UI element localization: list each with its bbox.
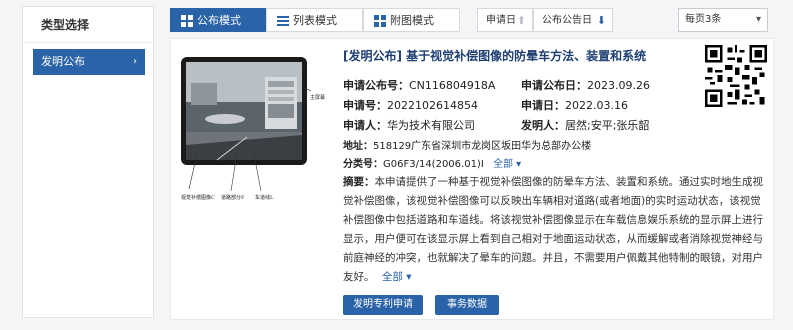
publication-number-row: 申请公布号：CN116804918A [343,77,495,93]
publication-date-label: 申请公布日： [521,79,587,92]
classification-value: G06F3/14(2006.01)I [383,159,484,170]
inventor-value: 居然;安平;张乐韶 [565,119,650,132]
applicant-row: 申请人：华为技术有限公司 [343,117,475,133]
classification-all-label: 全部 [492,159,513,170]
page: 类型选择 发明公布 › 公布模式 列表模式 附图模式 申请日 ⬆ 公布公告日 ⬇… [0,0,793,330]
abstract-text: 本申请提供了一种基于视觉补偿图像的防晕车方法、装置和系统。通过实时地生成视觉补偿… [343,176,763,283]
address-label: 地址： [343,141,373,152]
tab-publication-mode[interactable]: 公布模式 [170,8,266,32]
tab-label: 附图模式 [390,14,434,27]
classification-row: 分类号：G06F3/14(2006.01)I 全部 ▾ [343,155,521,170]
result-card: 主屏幕 视觉补偿图像C 道路部分F 车道线L [发明公布] 基于视觉补偿图像的防… [170,38,774,320]
figure-label-road: 道路部分F [221,194,245,201]
figure-label-compensation: 视觉补偿图像C [181,194,215,201]
chevron-right-icon: › [133,56,137,67]
qr-code [705,45,767,107]
per-page-value: 每页3条 [685,14,722,25]
caret-down-icon: ▾ [516,159,522,170]
image-grid-icon [374,15,386,27]
application-number-label: 申请号： [343,99,387,112]
chevron-down-icon: ▾ [755,14,761,25]
sort-application-date-button[interactable]: 申请日 ⬆ [477,8,533,32]
full-text-button[interactable]: 发明专利申请 [343,295,423,315]
applicant-value: 华为技术有限公司 [387,119,475,132]
tab-image-mode[interactable]: 附图模式 [363,8,460,32]
view-toolbar: 公布模式 列表模式 附图模式 申请日 ⬆ 公布公告日 ⬇ 每页3条 ▾ [170,8,770,32]
abstract-expand-link[interactable]: 全部 ▾ [382,271,412,283]
tab-list-mode[interactable]: 列表模式 [266,8,363,32]
figure-label-screen: 主屏幕 [310,94,325,101]
arrow-down-icon: ⬇ [596,14,606,27]
publication-number-value: CN116804918A [409,79,496,92]
sort-label: 申请日 [486,15,516,26]
publication-date-row: 申请公布日：2023.09.26 [521,77,650,93]
patent-title-link[interactable]: [发明公布] 基于视觉补偿图像的防晕车方法、装置和系统 [343,47,693,64]
tab-label: 公布模式 [197,14,241,27]
abstract-expand-label: 全部 [381,271,403,283]
classification-label: 分类号： [343,159,383,170]
inventor-row: 发明人：居然;安平;张乐韶 [521,117,649,133]
publication-number-label: 申请公布号： [343,79,409,92]
application-number-value: 2022102614854 [387,99,478,112]
application-date-label: 申请日： [521,99,565,112]
classification-all-link[interactable]: 全部 ▾ [493,159,521,170]
sidebar-item-invention-publication[interactable]: 发明公布 › [33,49,145,75]
type-filter-sidebar: 类型选择 发明公布 › [22,6,154,318]
figure-label-lane: 车道线L [255,194,274,201]
abstract: 摘要：本申请提供了一种基于视觉补偿图像的防晕车方法、装置和系统。通过实时地生成视… [343,173,769,287]
tab-label: 列表模式 [293,14,337,27]
application-date-value: 2022.03.16 [565,99,628,112]
application-number-row: 申请号：2022102614854 [343,97,478,113]
sidebar-title: 类型选择 [23,7,153,43]
sidebar-item-label: 发明公布 [41,55,85,68]
abstract-label: 摘要： [343,176,375,188]
address-row: 地址：518129广东省深圳市龙岗区坂田华为总部办公楼 [343,137,591,152]
caret-down-icon: ▾ [406,271,412,283]
transaction-data-button[interactable]: 事务数据 [435,295,499,315]
applicant-label: 申请人： [343,119,387,132]
publication-date-value: 2023.09.26 [587,79,650,92]
application-date-row: 申请日：2022.03.16 [521,97,628,113]
per-page-select[interactable]: 每页3条 ▾ [678,8,768,32]
arrow-up-icon: ⬆ [516,14,526,27]
list-icon [277,16,289,26]
sort-publication-date-button[interactable]: 公布公告日 ⬇ [533,8,613,32]
sort-label: 公布公告日 [542,15,592,26]
inventor-label: 发明人： [521,119,565,132]
grid-icon [181,15,193,27]
address-value: 518129广东省深圳市龙岗区坂田华为总部办公楼 [373,141,592,152]
patent-figure[interactable]: 主屏幕 视觉补偿图像C 道路部分F 车道线L [177,49,327,219]
